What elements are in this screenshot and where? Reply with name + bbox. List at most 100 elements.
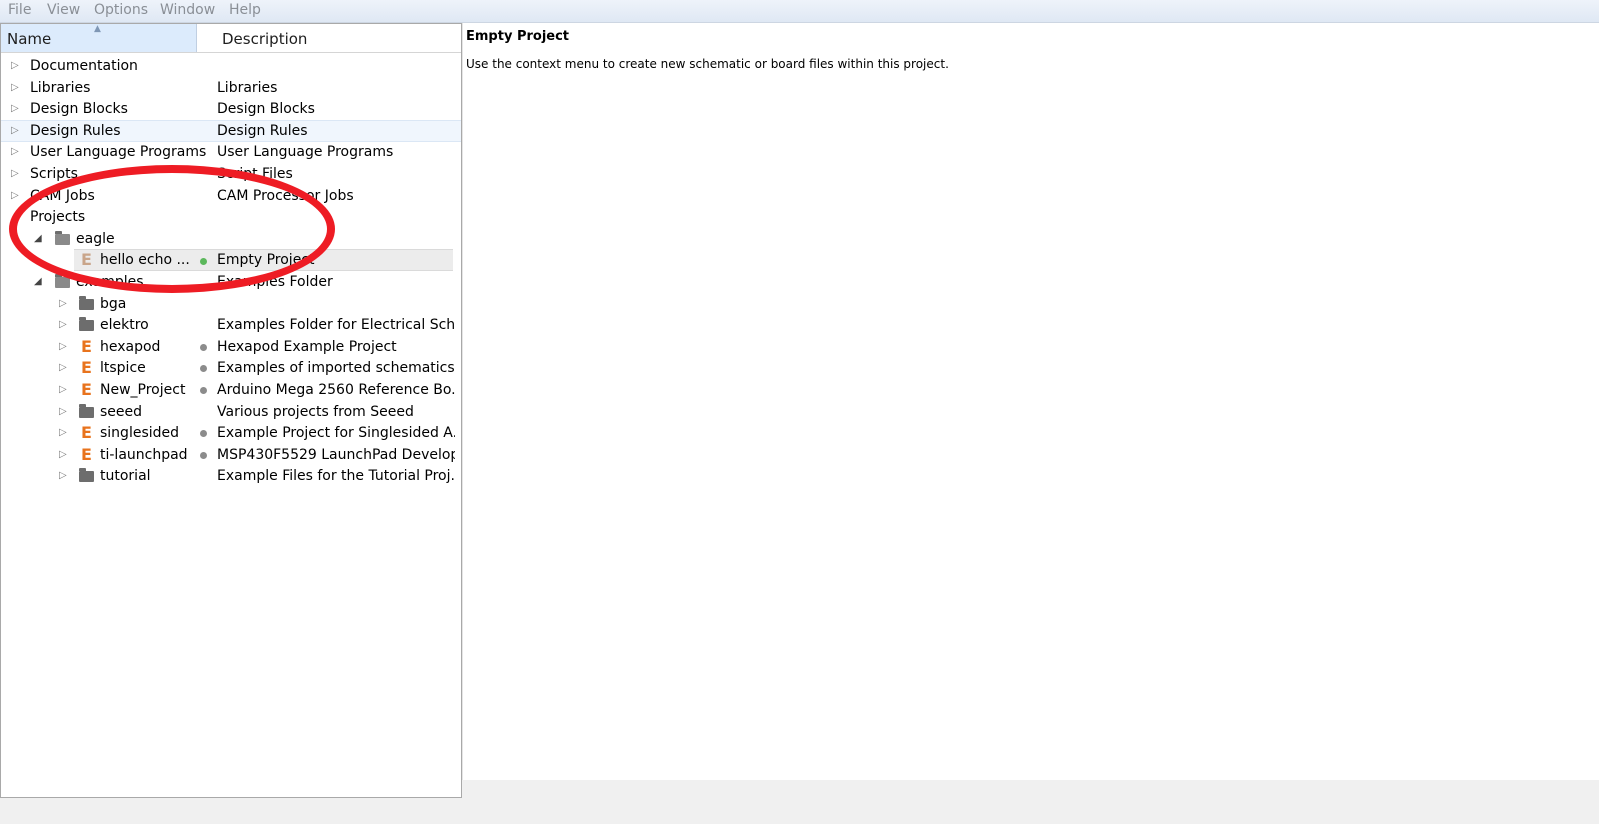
menu-help[interactable]: Help <box>229 2 261 18</box>
expand-arrow-icon[interactable]: ▷ <box>11 55 19 77</box>
folder-icon <box>79 317 94 332</box>
eagle-project-icon: E <box>81 336 92 356</box>
tree-row[interactable]: ▷ Design Rules Design Rules <box>1 119 461 142</box>
tree-item-description: Design Blocks <box>217 101 315 118</box>
tree-item-description: Hexapod Example Project <box>217 338 397 355</box>
menu-file[interactable]: File <box>8 2 31 18</box>
tree-item-name: New_Project <box>100 382 186 398</box>
tree-item-name: seeed <box>100 403 143 420</box>
detail-title: Empty Project <box>466 29 570 44</box>
tree-item-name: eagle <box>76 230 115 247</box>
detail-description: Use the context menu to create new schem… <box>466 57 949 71</box>
tree-item-name: User Language Programs <box>30 144 207 161</box>
tree-item-description: Libraries <box>217 79 278 96</box>
menu-bar: File View Options Window Help <box>0 0 1599 23</box>
tree-item-description: Arduino Mega 2560 Reference Bo... <box>217 382 455 398</box>
expand-arrow-icon[interactable]: ▷ <box>59 401 67 423</box>
expand-arrow-icon[interactable]: ▷ <box>11 185 19 207</box>
expand-arrow-icon[interactable]: ▷ <box>11 121 19 141</box>
tree-row[interactable]: ▷ elektro Examples Folder for Electrical S… <box>1 314 461 336</box>
tree-item-name: ltspice <box>100 360 146 377</box>
folder-open-icon <box>55 274 70 288</box>
tree-item-description: Script Files <box>217 166 293 182</box>
tree-item-description: CAM Processor Jobs <box>217 187 354 204</box>
control-panel-tree[interactable]: ▲ Name Description ▷ Documentation ▷ Librar… <box>0 23 462 798</box>
tree-item-name: hello echo ... <box>100 252 190 269</box>
tree-row[interactable]: ▷ User Language Programs User Language Pro… <box>1 141 461 163</box>
folder-icon <box>79 403 94 418</box>
tree-row[interactable]: Projects <box>1 206 461 228</box>
detail-panel: Empty Project Use the context menu to cr… <box>462 23 1599 780</box>
tree-item-description: Examples Folder for Electrical Sch... <box>217 317 455 334</box>
sort-ascending-icon: ▲ <box>94 24 101 34</box>
tree-item-name: hexapod <box>100 338 161 355</box>
expand-arrow-icon[interactable]: ▷ <box>59 444 67 466</box>
expand-arrow-icon[interactable]: ▷ <box>59 422 67 444</box>
tree-item-name: Projects <box>30 209 86 226</box>
collapse-arrow-icon[interactable]: ◢ <box>34 228 42 250</box>
tree-row[interactable]: Ehello echo ... Empty Project <box>74 249 453 272</box>
eagle-project-icon: E <box>81 250 92 270</box>
menu-window[interactable]: Window <box>160 2 215 18</box>
eagle-project-icon: E <box>81 380 92 399</box>
expand-arrow-icon[interactable]: ▷ <box>59 314 67 336</box>
tree-item-description: MSP430F5529 LaunchPad Develop... <box>217 446 455 463</box>
tree-row[interactable]: ▷ tutorial Example Files for the Tutorial … <box>1 465 461 487</box>
tree-row[interactable]: ▷ Design Blocks Design Blocks <box>1 98 461 120</box>
tree-item-description: Examples of imported schematics ... <box>217 360 455 377</box>
expand-arrow-icon[interactable]: ▷ <box>11 141 19 163</box>
tree-item-description: Empty Project <box>217 252 315 269</box>
project-indicator <box>200 387 207 394</box>
tree-row[interactable]: ▷ CAM Jobs CAM Processor Jobs <box>1 185 461 207</box>
tree-item-description: Examples Folder <box>217 274 333 290</box>
tree-item-name: Design Rules <box>30 122 121 139</box>
expand-arrow-icon[interactable]: ▷ <box>11 163 19 185</box>
menu-view[interactable]: View <box>47 2 80 18</box>
expand-arrow-icon[interactable]: ▷ <box>59 357 67 379</box>
tree-item-name: CAM Jobs <box>30 187 95 204</box>
folder-open-icon <box>55 230 70 245</box>
tree-row[interactable]: ▷ Ehexapod Hexapod Example Project <box>1 336 461 358</box>
folder-icon <box>79 468 94 483</box>
tree-item-name: tutorial <box>100 468 151 485</box>
tree-row[interactable]: ▷ Eti-launchpad MSP430F5529 LaunchPad Deve… <box>1 444 461 466</box>
tree-item-name: Libraries <box>30 79 91 96</box>
menu-options[interactable]: Options <box>94 2 148 18</box>
collapse-arrow-icon[interactable]: ◢ <box>34 271 42 293</box>
tree-row[interactable]: ▷ Documentation <box>1 55 461 77</box>
tree-item-description: Example Project for Singlesided A... <box>217 425 455 442</box>
folder-icon <box>79 295 94 310</box>
expand-arrow-icon[interactable]: ▷ <box>11 98 19 120</box>
eagle-project-icon: E <box>81 423 92 443</box>
tree-item-description: Various projects from Seeed <box>217 403 414 420</box>
tree-row[interactable]: ▷ Esinglesided Example Project for Singles… <box>1 422 461 444</box>
tree-item-name: Scripts <box>30 166 78 182</box>
tree-item-name: bga <box>100 295 127 312</box>
tree-row[interactable]: ◢ examples Examples Folder <box>1 271 461 293</box>
project-indicator <box>200 365 207 373</box>
tree-item-name: ti-launchpad <box>100 446 188 463</box>
column-header-description[interactable]: Description <box>198 24 461 52</box>
tree-item-name: Documentation <box>30 58 138 74</box>
expand-arrow-icon[interactable]: ▷ <box>59 336 67 358</box>
tree-row[interactable]: ▷ Libraries Libraries <box>1 77 461 99</box>
tree-row[interactable]: ▷ bga <box>1 293 461 315</box>
tree-row[interactable]: ▷ E New_Project Arduino Mega 2560 Reference… <box>1 379 461 401</box>
eagle-project-icon: E <box>81 444 92 464</box>
tree-header: ▲ Name Description <box>1 24 461 53</box>
expand-arrow-icon[interactable]: ▷ <box>59 379 67 401</box>
tree-row[interactable]: ▷ seeed Various projects from Seeed <box>1 401 461 423</box>
expand-arrow-icon[interactable]: ▷ <box>59 293 67 315</box>
tree-row[interactable]: ▷ Eltspice Examples of imported schematics… <box>1 357 461 379</box>
tree-row[interactable]: ◢ eagle <box>1 228 461 250</box>
eagle-project-icon: E <box>81 358 92 378</box>
tree-item-name: Design Blocks <box>30 101 128 118</box>
tree-row[interactable]: ▷ Scripts Script Files <box>1 163 461 185</box>
tree-item-name: singlesided <box>100 425 180 442</box>
project-indicator <box>200 430 207 438</box>
expand-arrow-icon[interactable]: ▷ <box>59 465 67 487</box>
column-header-name[interactable]: ▲ Name <box>1 24 197 52</box>
expand-arrow-icon[interactable]: ▷ <box>11 77 19 99</box>
tree-item-description: Design Rules <box>217 122 308 139</box>
tree-item-name: examples <box>76 274 144 290</box>
